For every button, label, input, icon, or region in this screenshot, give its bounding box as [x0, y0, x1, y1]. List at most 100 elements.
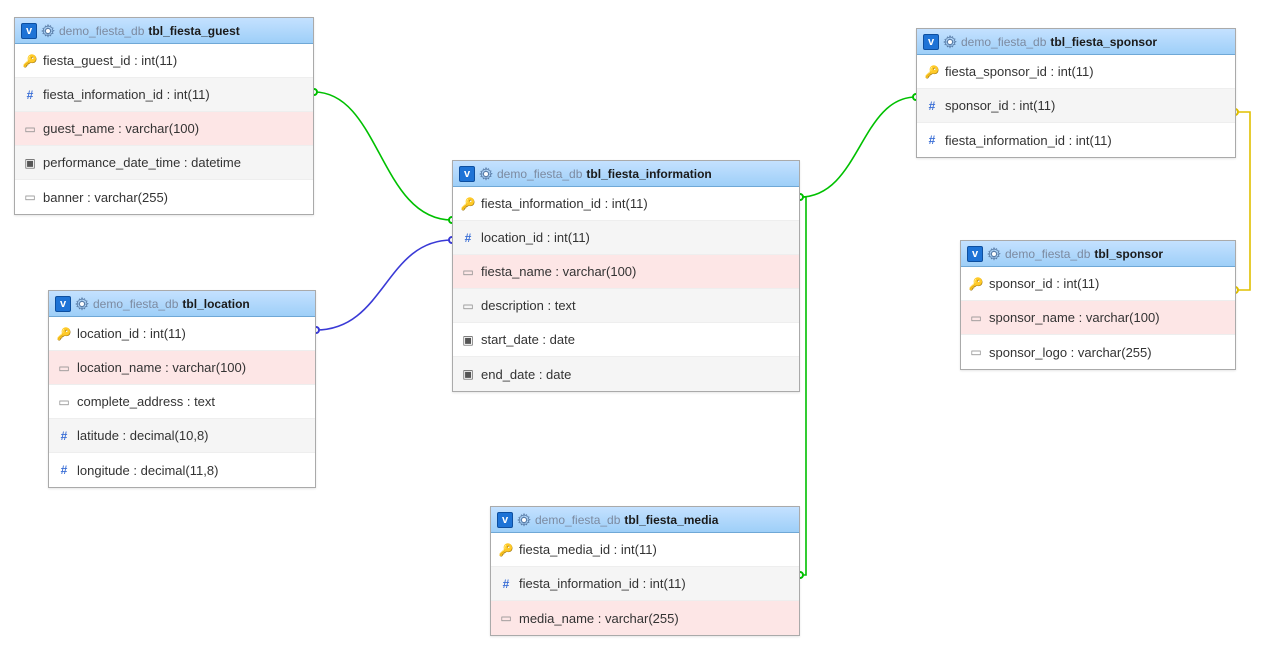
db-table-tbl_fiesta_sponsor[interactable]: v demo_fiesta_db tbl_fiesta_sponsor 🔑 fi… — [916, 28, 1236, 158]
key-icon: 🔑 — [499, 543, 513, 557]
column-row[interactable]: ▭ guest_name : varchar(100) — [15, 112, 313, 146]
column-label: sponsor_logo : varchar(255) — [989, 345, 1152, 360]
column-label: location_id : int(11) — [481, 230, 590, 245]
column-row[interactable]: ▣ end_date : date — [453, 357, 799, 391]
database-name: demo_fiesta_db — [961, 35, 1046, 49]
table-header[interactable]: v demo_fiesta_db tbl_fiesta_information — [453, 161, 799, 187]
database-name: demo_fiesta_db — [497, 167, 582, 181]
hash-icon: # — [925, 99, 939, 113]
date-icon: ▣ — [461, 333, 475, 347]
column-row[interactable]: ▭ banner : varchar(255) — [15, 180, 313, 214]
hash-icon: # — [499, 577, 513, 591]
text-icon: ▭ — [23, 190, 37, 204]
engine-badge: v — [21, 23, 37, 39]
column-label: longitude : decimal(11,8) — [77, 463, 218, 478]
key-icon: 🔑 — [461, 197, 475, 211]
db-table-tbl_sponsor[interactable]: v demo_fiesta_db tbl_sponsor 🔑 sponsor_i… — [960, 240, 1236, 370]
engine-badge: v — [497, 512, 513, 528]
table-name: tbl_sponsor — [1094, 247, 1163, 261]
column-row[interactable]: ▭ location_name : varchar(100) — [49, 351, 315, 385]
table-header[interactable]: v demo_fiesta_db tbl_fiesta_sponsor — [917, 29, 1235, 55]
column-row[interactable]: ▭ fiesta_name : varchar(100) — [453, 255, 799, 289]
database-name: demo_fiesta_db — [1005, 247, 1090, 261]
date-icon: ▣ — [23, 156, 37, 170]
table-name: tbl_location — [182, 297, 249, 311]
column-label: location_id : int(11) — [77, 326, 186, 341]
column-label: media_name : varchar(255) — [519, 611, 679, 626]
column-row[interactable]: ▭ sponsor_logo : varchar(255) — [961, 335, 1235, 369]
column-row[interactable]: # sponsor_id : int(11) — [917, 89, 1235, 123]
column-row[interactable]: 🔑 fiesta_sponsor_id : int(11) — [917, 55, 1235, 89]
column-label: start_date : date — [481, 332, 575, 347]
key-icon: 🔑 — [969, 277, 983, 291]
column-row[interactable]: # location_id : int(11) — [453, 221, 799, 255]
column-row[interactable]: ▭ complete_address : text — [49, 385, 315, 419]
gear-icon[interactable] — [987, 247, 1001, 261]
text-icon: ▭ — [499, 611, 513, 625]
db-table-tbl_fiesta_guest[interactable]: v demo_fiesta_db tbl_fiesta_guest 🔑 fies… — [14, 17, 314, 215]
column-row[interactable]: 🔑 fiesta_guest_id : int(11) — [15, 44, 313, 78]
column-row[interactable]: 🔑 location_id : int(11) — [49, 317, 315, 351]
gear-icon[interactable] — [943, 35, 957, 49]
gear-icon[interactable] — [41, 24, 55, 38]
column-label: fiesta_information_id : int(11) — [481, 196, 648, 211]
table-name: tbl_fiesta_information — [586, 167, 711, 181]
text-icon: ▭ — [23, 122, 37, 136]
hash-icon: # — [461, 231, 475, 245]
column-row[interactable]: ▣ start_date : date — [453, 323, 799, 357]
text-icon: ▭ — [969, 345, 983, 359]
key-icon: 🔑 — [23, 54, 37, 68]
hash-icon: # — [23, 88, 37, 102]
column-row[interactable]: 🔑 fiesta_media_id : int(11) — [491, 533, 799, 567]
date-icon: ▣ — [461, 367, 475, 381]
column-label: latitude : decimal(10,8) — [77, 428, 209, 443]
table-name: tbl_fiesta_media — [624, 513, 718, 527]
hash-icon: # — [57, 429, 71, 443]
database-name: demo_fiesta_db — [93, 297, 178, 311]
column-label: description : text — [481, 298, 576, 313]
column-label: end_date : date — [481, 367, 571, 382]
er-diagram-canvas: v demo_fiesta_db tbl_fiesta_guest 🔑 fies… — [0, 0, 1261, 653]
database-name: demo_fiesta_db — [59, 24, 144, 38]
column-label: performance_date_time : datetime — [43, 155, 241, 170]
text-icon: ▭ — [57, 361, 71, 375]
column-row[interactable]: ▭ description : text — [453, 289, 799, 323]
db-table-tbl_location[interactable]: v demo_fiesta_db tbl_location 🔑 location… — [48, 290, 316, 488]
table-header[interactable]: v demo_fiesta_db tbl_location — [49, 291, 315, 317]
table-name: tbl_fiesta_guest — [148, 24, 239, 38]
gear-icon[interactable] — [479, 167, 493, 181]
gear-icon[interactable] — [75, 297, 89, 311]
column-row[interactable]: # longitude : decimal(11,8) — [49, 453, 315, 487]
key-icon: 🔑 — [57, 327, 71, 341]
column-row[interactable]: # fiesta_information_id : int(11) — [15, 78, 313, 112]
engine-badge: v — [967, 246, 983, 262]
db-table-tbl_fiesta_information[interactable]: v demo_fiesta_db tbl_fiesta_information … — [452, 160, 800, 392]
engine-badge: v — [459, 166, 475, 182]
table-header[interactable]: v demo_fiesta_db tbl_sponsor — [961, 241, 1235, 267]
column-label: sponsor_id : int(11) — [945, 98, 1055, 113]
text-icon: ▭ — [969, 311, 983, 325]
table-header[interactable]: v demo_fiesta_db tbl_fiesta_media — [491, 507, 799, 533]
column-row[interactable]: ▣ performance_date_time : datetime — [15, 146, 313, 180]
column-row[interactable]: # fiesta_information_id : int(11) — [917, 123, 1235, 157]
text-icon: ▭ — [461, 299, 475, 313]
column-label: sponsor_id : int(11) — [989, 276, 1099, 291]
column-row[interactable]: 🔑 sponsor_id : int(11) — [961, 267, 1235, 301]
table-name: tbl_fiesta_sponsor — [1050, 35, 1157, 49]
column-label: fiesta_information_id : int(11) — [945, 133, 1112, 148]
gear-icon[interactable] — [517, 513, 531, 527]
column-row[interactable]: # fiesta_information_id : int(11) — [491, 567, 799, 601]
column-row[interactable]: # latitude : decimal(10,8) — [49, 419, 315, 453]
hash-icon: # — [925, 133, 939, 147]
column-row[interactable]: 🔑 fiesta_information_id : int(11) — [453, 187, 799, 221]
column-row[interactable]: ▭ sponsor_name : varchar(100) — [961, 301, 1235, 335]
column-label: complete_address : text — [77, 394, 215, 409]
column-label: location_name : varchar(100) — [77, 360, 246, 375]
table-header[interactable]: v demo_fiesta_db tbl_fiesta_guest — [15, 18, 313, 44]
db-table-tbl_fiesta_media[interactable]: v demo_fiesta_db tbl_fiesta_media 🔑 fies… — [490, 506, 800, 636]
column-label: fiesta_information_id : int(11) — [519, 576, 686, 591]
key-icon: 🔑 — [925, 65, 939, 79]
column-label: fiesta_guest_id : int(11) — [43, 53, 177, 68]
text-icon: ▭ — [461, 265, 475, 279]
column-row[interactable]: ▭ media_name : varchar(255) — [491, 601, 799, 635]
